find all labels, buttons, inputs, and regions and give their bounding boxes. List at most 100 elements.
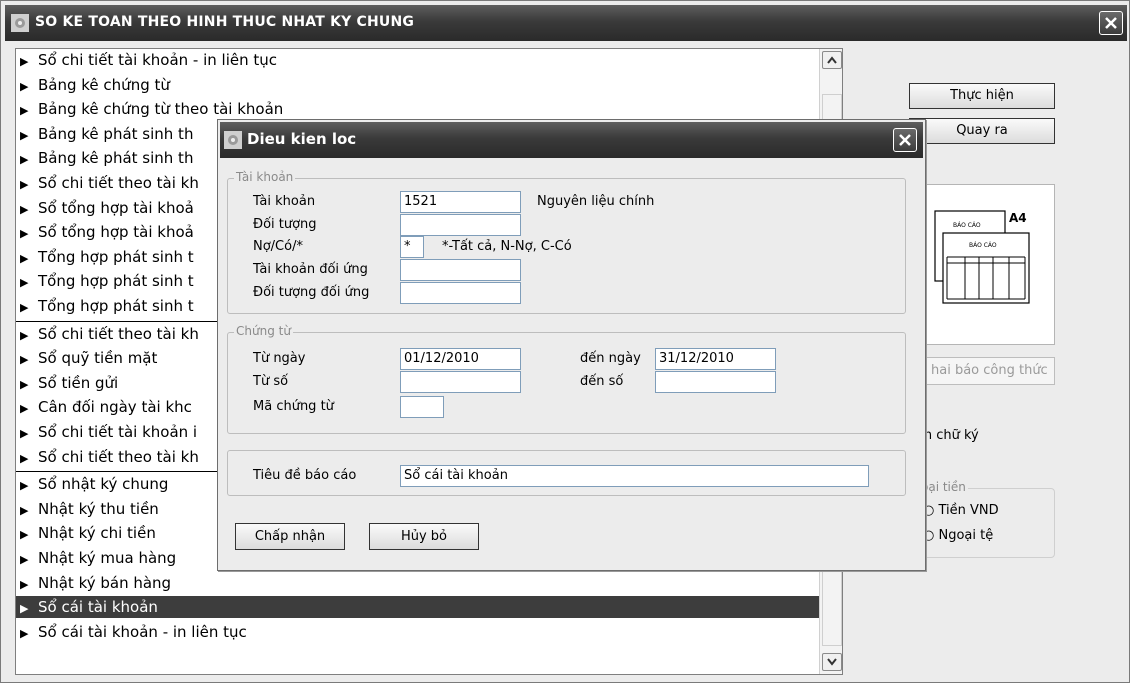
- to-number-input[interactable]: [655, 371, 776, 393]
- close-button[interactable]: [1099, 11, 1123, 35]
- triangle-right-icon: ▶: [20, 528, 29, 542]
- list-item-label: Sổ cái tài khoản - in liên tục: [38, 622, 247, 641]
- voucher-code-label: Mã chứng từ: [253, 399, 334, 414]
- report-preview-icon: BÁO CÁO BÁO CÁO A4: [934, 210, 1030, 304]
- list-item-label: Sổ chi tiết theo tài kh: [38, 447, 199, 466]
- close-icon: [1105, 17, 1117, 29]
- list-item-label: Nhật ký bán hàng: [38, 573, 172, 592]
- triangle-right-icon: ▶: [20, 301, 29, 314]
- list-item-label: Sổ tổng hợp tài khoả: [38, 223, 194, 242]
- list-item[interactable]: ▶ Bảng kê chứng từ theo tài khoản: [16, 98, 820, 120]
- triangle-right-icon: ▶: [20, 251, 29, 265]
- app-icon: [224, 131, 242, 149]
- triangle-right-icon: ▶: [20, 227, 29, 241]
- contra-object-input[interactable]: [400, 282, 521, 304]
- triangle-right-icon: ▶: [20, 353, 29, 367]
- list-item[interactable]: ▶ Sổ cái tài khoản: [16, 596, 820, 619]
- list-item-label: Sổ tiền gửi: [38, 373, 119, 392]
- list-item-label: Sổ chi tiết tài khoản i: [38, 423, 198, 441]
- list-item-label: Sổ quỹ tiền mặt: [38, 349, 158, 368]
- from-date-label: Từ ngày: [253, 351, 306, 366]
- report-title-input[interactable]: Sổ cái tài khoản: [400, 465, 869, 487]
- triangle-right-icon: ▶: [20, 402, 29, 416]
- contra-account-label: Tài khoản đối ứng: [253, 262, 368, 277]
- scroll-up-button[interactable]: [822, 51, 842, 69]
- cancel-button[interactable]: Hủy bỏ: [369, 523, 479, 550]
- report-title-label: Tiêu đề báo cáo: [253, 468, 357, 483]
- triangle-right-icon: ▶: [20, 553, 29, 566]
- object-input[interactable]: [400, 214, 521, 236]
- dialog-title: Dieu kien loc: [247, 130, 357, 148]
- triangle-right-icon: ▶: [20, 276, 29, 290]
- list-item[interactable]: ▶ Sổ chi tiết tài khoản - in liên tục: [16, 49, 820, 71]
- triangle-right-icon: ▶: [20, 55, 29, 68]
- triangle-right-icon: ▶: [20, 479, 29, 493]
- object-label: Đối tượng: [253, 217, 317, 232]
- triangle-right-icon: ▶: [20, 602, 29, 616]
- triangle-right-icon: ▶: [20, 153, 29, 167]
- list-item-label: Bảng kê chứng từ theo tài khoản: [38, 100, 284, 119]
- account-label: Tài khoản: [253, 194, 316, 209]
- currency-foreign-radio[interactable]: ○ Ngoại tệ: [923, 528, 993, 543]
- execute-button[interactable]: Thực hiện: [909, 83, 1055, 109]
- from-date-input[interactable]: 01/12/2010: [400, 348, 521, 370]
- list-item[interactable]: ▶ Nhật ký bán hàng: [16, 572, 820, 594]
- list-item[interactable]: ▶ Sổ cái tài khoản - in liên tục: [16, 621, 820, 643]
- accept-button[interactable]: Chấp nhận: [235, 523, 345, 550]
- dialog-close-button[interactable]: [893, 128, 917, 152]
- to-number-label: đến số: [580, 374, 624, 389]
- triangle-right-icon: ▶: [20, 503, 29, 517]
- list-item-label: Bảng kê chứng từ: [38, 75, 170, 94]
- list-item-label: Sổ chi tiết theo tài kh: [38, 174, 199, 192]
- to-date-input[interactable]: 31/12/2010: [655, 348, 776, 370]
- window-title: SO KE TOAN THEO HINH THUC NHAT KY CHUNG: [35, 14, 415, 30]
- list-item-label: Nhật ký thu tiền: [38, 499, 159, 518]
- title-bar: SO KE TOAN THEO HINH THUC NHAT KY CHUNG: [5, 5, 1127, 41]
- print-signature-checkbox[interactable]: In chữ ký: [920, 428, 979, 443]
- main-window: SO KE TOAN THEO HINH THUC NHAT KY CHUNG …: [0, 0, 1130, 683]
- triangle-right-icon: ▶: [20, 626, 29, 640]
- svg-text:BÁO CÁO: BÁO CÁO: [953, 222, 981, 229]
- formula-button[interactable]: hai báo công thức: [914, 357, 1055, 385]
- chevron-up-icon: [827, 56, 837, 64]
- exit-button[interactable]: Quay ra: [909, 118, 1055, 144]
- triangle-right-icon: ▶: [20, 128, 29, 142]
- list-item-label: Sổ chi tiết theo tài kh: [38, 324, 199, 343]
- to-date-label: đến ngày: [580, 351, 641, 366]
- triangle-right-icon: ▶: [20, 104, 29, 118]
- svg-text:A4: A4: [1009, 211, 1027, 225]
- dialog-title-bar: Dieu kien loc: [220, 122, 923, 158]
- report-title-group: Tiêu đề báo cáo Sổ cái tài khoản: [227, 450, 906, 496]
- debit-credit-label: Nợ/Có/*: [253, 239, 303, 254]
- triangle-right-icon: ▶: [20, 202, 29, 216]
- from-number-label: Từ số: [253, 374, 289, 389]
- contra-account-input[interactable]: [400, 259, 521, 281]
- triangle-right-icon: ▶: [20, 328, 29, 342]
- voucher-code-input[interactable]: [400, 396, 444, 418]
- app-icon: [11, 14, 29, 32]
- account-input[interactable]: 1521: [400, 191, 521, 213]
- voucher-group-legend: Chứng từ: [234, 324, 293, 338]
- close-icon: [899, 134, 911, 146]
- account-group: Tài khoản Tài khoản 1521 Nguyên liệu chí…: [227, 170, 906, 314]
- list-item-label: Tổng hợp phát sinh t: [38, 272, 194, 291]
- currency-foreign-label: Ngoại tệ: [938, 528, 994, 543]
- currency-vnd-radio[interactable]: ○ Tiền VND: [923, 503, 999, 518]
- list-item-label: Nhật ký mua hàng: [38, 549, 177, 567]
- list-item[interactable]: ▶ Bảng kê chứng từ: [16, 74, 820, 96]
- triangle-right-icon: ▶: [20, 427, 29, 440]
- from-number-input[interactable]: [400, 371, 521, 393]
- list-item-label: Nhật ký chi tiền: [38, 524, 156, 543]
- chevron-down-icon: [827, 658, 837, 666]
- voucher-group: Chứng từ Từ ngày 01/12/2010 đến ngày 31/…: [227, 324, 906, 434]
- list-item-label: Tổng hợp phát sinh t: [38, 297, 194, 315]
- list-item-label: Bảng kê phát sinh th: [38, 149, 194, 168]
- currency-vnd-label: Tiền VND: [938, 503, 999, 518]
- list-item-label: Cân đối ngày tài khc: [38, 398, 192, 417]
- account-name: Nguyên liệu chính: [537, 194, 655, 209]
- list-item-label: Bảng kê phát sinh th: [38, 124, 194, 143]
- triangle-right-icon: ▶: [20, 178, 29, 191]
- debit-credit-hint: *-Tất cả, N-Nợ, C-Có: [442, 239, 572, 254]
- debit-credit-input[interactable]: *: [400, 236, 424, 258]
- scroll-down-button[interactable]: [822, 653, 842, 671]
